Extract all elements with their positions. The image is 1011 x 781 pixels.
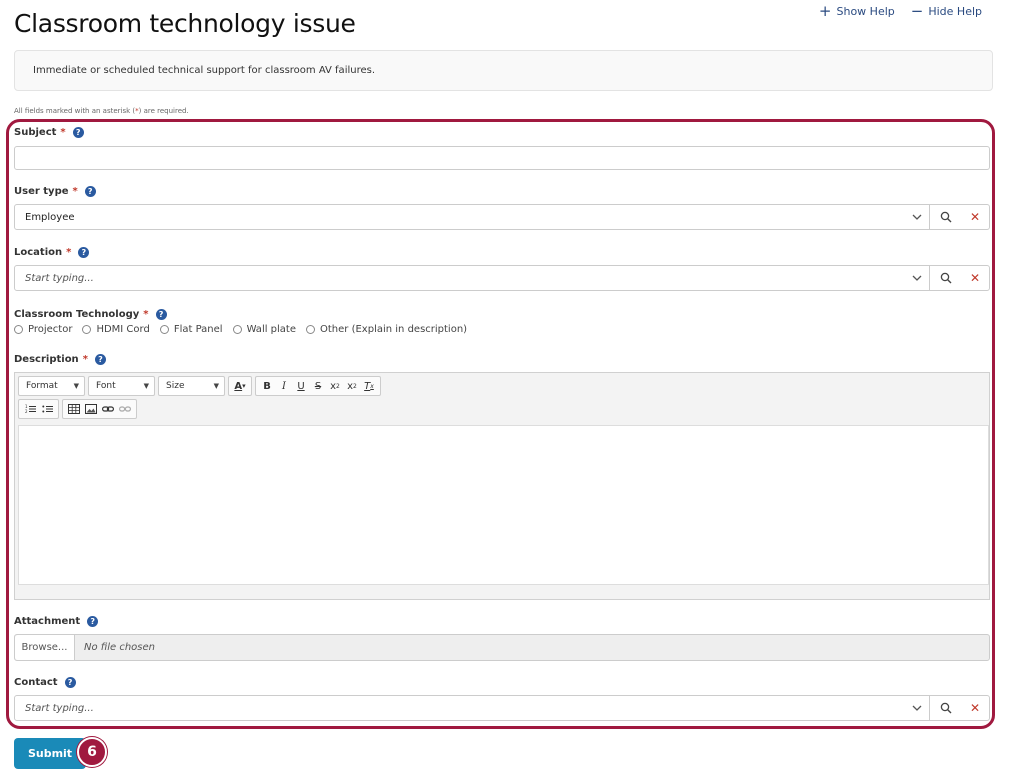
- font-dropdown[interactable]: Font ▼: [88, 376, 155, 396]
- underline-icon[interactable]: U: [293, 378, 309, 394]
- image-icon[interactable]: [83, 401, 99, 417]
- classroom-technology-options: Projector HDMI Cord Flat Panel Wall plat…: [14, 324, 467, 335]
- user-type-label: User type * ?: [14, 186, 96, 197]
- text-color-icon[interactable]: A ▾: [232, 378, 248, 394]
- form-description: Immediate or scheduled technical support…: [14, 50, 993, 91]
- clear-icon[interactable]: ✕: [961, 266, 989, 290]
- link-icon[interactable]: [100, 401, 116, 417]
- chevron-down-icon[interactable]: [905, 214, 929, 220]
- page-title: Classroom technology issue: [14, 9, 356, 38]
- plus-icon: +: [818, 2, 832, 20]
- classroom-technology-label: Classroom Technology * ?: [14, 309, 167, 320]
- table-icon[interactable]: [66, 401, 82, 417]
- help-icon[interactable]: ?: [84, 186, 96, 197]
- search-icon[interactable]: [929, 205, 961, 229]
- size-dropdown[interactable]: Size ▼: [158, 376, 225, 396]
- minus-icon: −: [910, 2, 924, 20]
- radio-wall-plate[interactable]: Wall plate: [232, 324, 296, 335]
- hide-help-label: Hide Help: [928, 5, 982, 18]
- required-note: All fields marked with an asterisk (*) a…: [14, 107, 189, 115]
- browse-button[interactable]: Browse...: [15, 635, 75, 660]
- strikethrough-icon[interactable]: S: [310, 378, 326, 394]
- subject-label: Subject * ?: [14, 127, 84, 138]
- user-type-value: Employee: [25, 211, 75, 223]
- clear-icon[interactable]: ✕: [961, 696, 989, 720]
- hide-help-link[interactable]: − Hide Help: [911, 4, 982, 19]
- chevron-down-icon[interactable]: [905, 275, 929, 281]
- contact-lookup[interactable]: Start typing... ✕: [14, 695, 990, 721]
- radio-hdmi-cord[interactable]: HDMI Cord: [82, 324, 150, 335]
- no-file-text: No file chosen: [84, 642, 156, 653]
- insert-group: [62, 399, 137, 419]
- contact-placeholder: Start typing...: [25, 702, 94, 714]
- show-help-label: Show Help: [836, 5, 895, 18]
- location-placeholder: Start typing...: [25, 272, 94, 284]
- attachment-label: Attachment ?: [14, 616, 99, 627]
- description-editor: Format ▼ Font ▼ Size ▼ A ▾ B I U S x2 x2 Tx …: [14, 372, 990, 600]
- format-dropdown[interactable]: Format ▼: [18, 376, 85, 396]
- description-label: Description * ?: [14, 354, 106, 365]
- submit-button[interactable]: Submit: [14, 738, 86, 769]
- remove-format-icon[interactable]: Tx: [361, 378, 377, 394]
- style-group: B I U S x2 x2 Tx: [255, 376, 381, 396]
- subscript-icon[interactable]: x2: [327, 378, 343, 394]
- svg-text:2: 2: [25, 409, 28, 414]
- help-icon[interactable]: ?: [155, 309, 167, 320]
- show-help-link[interactable]: + Show Help: [819, 4, 895, 19]
- user-type-lookup[interactable]: Employee ✕: [14, 204, 990, 230]
- description-textarea[interactable]: [18, 425, 989, 585]
- numbered-list-icon[interactable]: 12: [22, 401, 38, 417]
- step-badge: 6: [77, 737, 107, 767]
- help-icon[interactable]: ?: [64, 677, 76, 688]
- search-icon[interactable]: [929, 266, 961, 290]
- italic-icon[interactable]: I: [276, 378, 292, 394]
- help-icon[interactable]: ?: [87, 616, 99, 627]
- color-group: A ▾: [228, 376, 252, 396]
- unlink-icon[interactable]: [117, 401, 133, 417]
- chevron-down-icon[interactable]: [905, 705, 929, 711]
- help-icon[interactable]: ?: [78, 247, 90, 258]
- help-icon[interactable]: ?: [72, 127, 84, 138]
- list-group: 12: [18, 399, 59, 419]
- bold-icon[interactable]: B: [259, 378, 275, 394]
- location-label: Location * ?: [14, 247, 90, 258]
- editor-toolbar-row-2: 12: [15, 396, 989, 419]
- help-icon[interactable]: ?: [94, 354, 106, 365]
- search-icon[interactable]: [929, 696, 961, 720]
- radio-other[interactable]: Other (Explain in description): [306, 324, 467, 335]
- superscript-icon[interactable]: x2: [344, 378, 360, 394]
- clear-icon[interactable]: ✕: [961, 205, 989, 229]
- location-lookup[interactable]: Start typing... ✕: [14, 265, 990, 291]
- subject-input[interactable]: [14, 146, 990, 170]
- contact-label: Contact ?: [14, 677, 76, 688]
- radio-projector[interactable]: Projector: [14, 324, 72, 335]
- radio-flat-panel[interactable]: Flat Panel: [159, 324, 223, 335]
- bulleted-list-icon[interactable]: [39, 401, 55, 417]
- attachment-file-input[interactable]: Browse... No file chosen: [14, 634, 990, 661]
- help-links: + Show Help − Hide Help: [819, 4, 982, 19]
- editor-toolbar-row-1: Format ▼ Font ▼ Size ▼ A ▾ B I U S x2 x2 Tx: [15, 373, 989, 396]
